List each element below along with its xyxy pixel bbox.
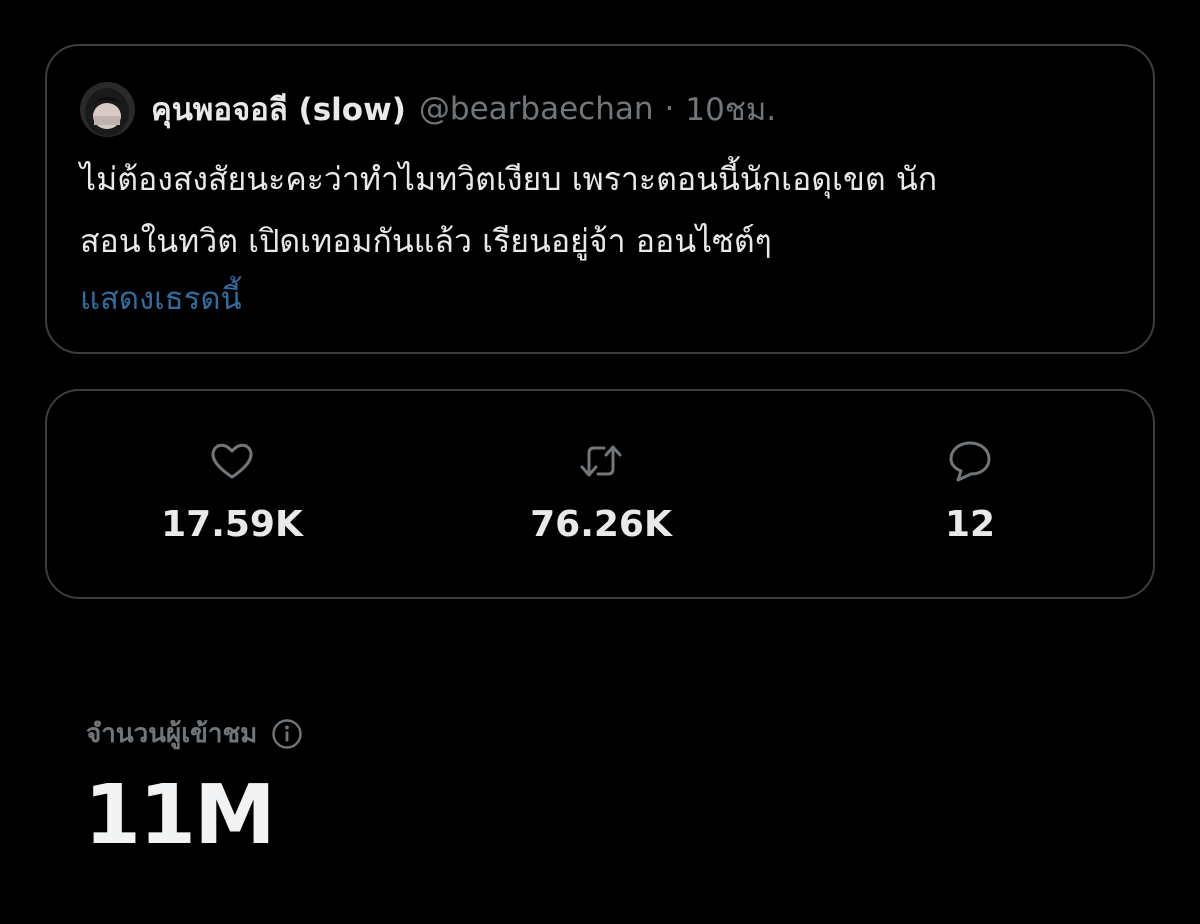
replies-count: 12 <box>944 504 996 545</box>
engagement-stats-card: 17.59K 76.26K 12 <box>45 389 1155 599</box>
likes-count: 17.59K <box>161 504 303 545</box>
display-name[interactable]: คุนพอจอลี (slow) <box>151 84 406 134</box>
reply-icon <box>949 441 991 482</box>
heart-icon <box>211 443 253 479</box>
views-count: 11M <box>84 768 276 863</box>
handle[interactable]: @bearbaechan <box>419 91 654 127</box>
views-label-row: จำนวนผู้เข้าชม <box>86 713 303 754</box>
tweet-text-line: สอนในทวิต เปิดเทอมกันแล้ว เรียนอยู่จ้า อ… <box>80 222 772 260</box>
avatar[interactable] <box>80 81 135 137</box>
retweet-icon <box>580 445 622 477</box>
separator-dot: · <box>664 91 675 127</box>
retweets-stat[interactable]: 76.26K <box>491 437 711 545</box>
tweet-header: คุนพอจอลี (slow) @bearbaechan · 10ชม. <box>80 80 776 138</box>
tweet-text: ไม่ต้องสงสัยนะคะว่าทำไมทวิตเงียบ เพราะตอ… <box>80 148 1130 272</box>
replies-stat[interactable]: 12 <box>860 437 1080 545</box>
timestamp[interactable]: 10ชม. <box>685 84 776 134</box>
info-icon[interactable] <box>271 718 303 750</box>
quoted-tweet-card[interactable]: คุนพอจอลี (slow) @bearbaechan · 10ชม. ไม… <box>45 44 1155 354</box>
views-label: จำนวนผู้เข้าชม <box>86 719 258 749</box>
likes-stat[interactable]: 17.59K <box>122 437 342 545</box>
tweet-text-line: ไม่ต้องสงสัยนะคะว่าทำไมทวิตเงียบ เพราะตอ… <box>80 160 938 198</box>
retweets-count: 76.26K <box>530 504 672 545</box>
show-thread-link[interactable]: แสดงเธรดนี้ <box>80 268 242 330</box>
